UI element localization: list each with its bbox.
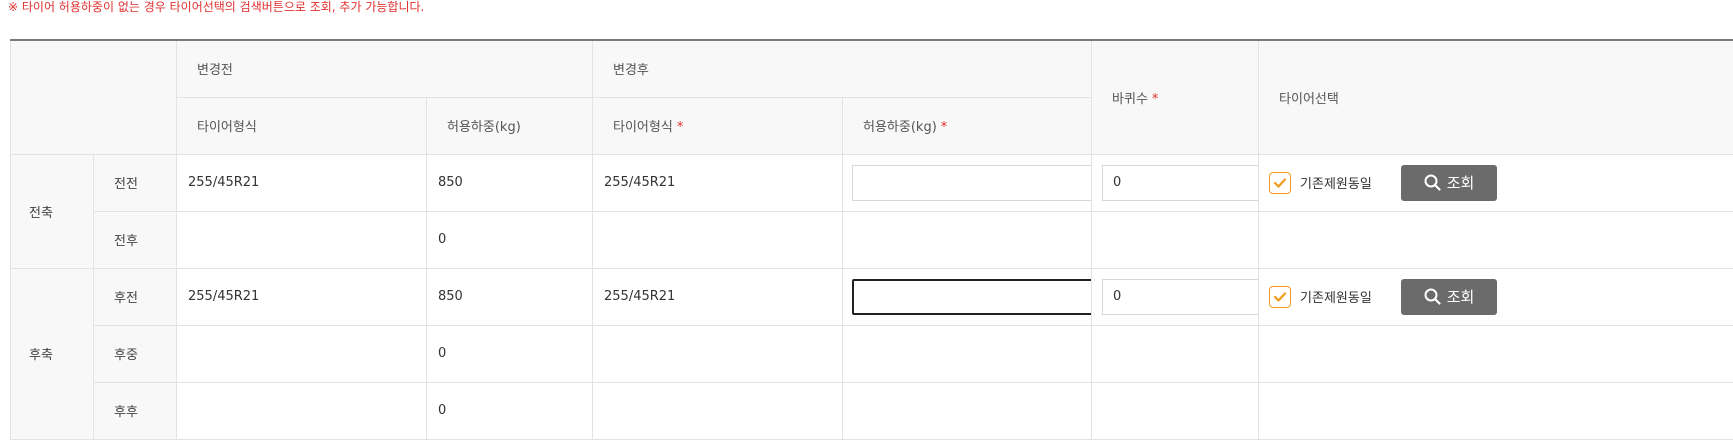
- table-row-rear-middle: 후중 0: [11, 324, 1733, 383]
- before-load: 850: [425, 267, 594, 326]
- tire-select-cell: 기존제원동일 조회: [1258, 153, 1733, 212]
- axle-front: 전축: [10, 153, 94, 269]
- required-mark: *: [676, 120, 684, 135]
- search-button[interactable]: 조회: [1401, 164, 1498, 201]
- wheel-count-cell: [1091, 153, 1260, 212]
- same-spec-label: 기존제원동일: [1300, 177, 1372, 192]
- wheel-count-input[interactable]: [1102, 164, 1258, 201]
- header-load-after-label: 허용하중(kg): [863, 120, 937, 135]
- after-load-cell: [842, 381, 1093, 440]
- check-icon: [1273, 177, 1287, 188]
- notice-text: ※ 타이어 허용하중이 없는 경우 타이어선택의 검색버튼으로 조회, 추가 가…: [8, 0, 425, 14]
- before-load: 0: [425, 324, 594, 383]
- tire-select-cell: [1258, 324, 1733, 383]
- before-tire-type: [176, 381, 427, 440]
- header-before: 변경전: [175, 39, 594, 98]
- after-tire-type: [592, 324, 844, 383]
- search-button-label: 조회: [1446, 288, 1475, 306]
- table-row-front-front: 전축 전전 255/45R21 850 255/45R21 기존제원동일: [10, 153, 1733, 269]
- search-icon: [1424, 288, 1441, 305]
- before-tire-type: [176, 210, 427, 269]
- tire-select-cell: [1258, 210, 1733, 269]
- header-tire-type-after: 타이어형식 *: [592, 96, 844, 155]
- position-label: 전후: [93, 210, 177, 269]
- after-load-input[interactable]: [852, 278, 1091, 315]
- header-wheel-count: 바퀴수 *: [1091, 39, 1260, 155]
- before-tire-type: 255/45R21: [176, 153, 427, 212]
- before-tire-type: [176, 324, 427, 383]
- position-label: 후중: [93, 324, 177, 383]
- after-load-cell: [842, 153, 1093, 212]
- after-tire-type: 255/45R21: [592, 153, 844, 212]
- before-tire-type: 255/45R21: [176, 267, 427, 326]
- header-tire-select: 타이어선택: [1258, 39, 1733, 155]
- same-spec-checkbox[interactable]: [1269, 285, 1292, 308]
- after-tire-type: [592, 210, 844, 269]
- before-load: 0: [425, 381, 594, 440]
- header-tire-type: 타이어형식: [176, 96, 427, 155]
- table-row-front-rear: 전후 0: [11, 210, 1733, 269]
- header-load-after: 허용하중(kg) *: [842, 96, 1093, 155]
- same-spec-checkbox[interactable]: [1269, 171, 1292, 194]
- search-button-label: 조회: [1446, 174, 1475, 192]
- search-icon: [1424, 174, 1441, 191]
- after-load-cell: [842, 267, 1093, 326]
- before-load: 850: [425, 153, 594, 212]
- wheel-count-cell: [1091, 381, 1260, 440]
- after-load-cell: [842, 210, 1093, 269]
- position-label: 전전: [93, 153, 177, 212]
- wheel-count-cell: [1091, 210, 1260, 269]
- position-label: 후후: [93, 381, 177, 440]
- wheel-count-cell: [1091, 324, 1260, 383]
- required-mark: *: [940, 120, 948, 135]
- before-load: 0: [425, 210, 594, 269]
- wheel-count-cell: [1091, 267, 1260, 326]
- header-load: 허용하중(kg): [425, 96, 594, 155]
- required-mark: *: [1151, 91, 1159, 107]
- table-row-rear-rear: 후후 0: [11, 381, 1733, 440]
- table-row-rear-front: 후축 후전 255/45R21 850 255/45R21 기존제원동일: [10, 267, 1733, 440]
- header-wheel-count-label: 바퀴수: [1112, 91, 1148, 107]
- header-blank: [10, 39, 177, 155]
- header-tire-type-after-label: 타이어형식: [613, 120, 673, 135]
- check-icon: [1273, 291, 1287, 302]
- wheel-count-input[interactable]: [1102, 278, 1258, 315]
- after-tire-type: [592, 381, 844, 440]
- after-load-cell: [842, 324, 1093, 383]
- tire-spec-table: 변경전 변경후 바퀴수 * 타이어선택 타이어형식 허용하중(kg) 타이어형식 *…: [10, 39, 1733, 440]
- after-tire-type: 255/45R21: [592, 267, 844, 326]
- tire-select-cell: 기존제원동일 조회: [1258, 267, 1733, 326]
- header-after: 변경후: [592, 39, 1093, 98]
- position-label: 후전: [93, 267, 177, 326]
- same-spec-label: 기존제원동일: [1300, 291, 1372, 306]
- tire-select-cell: [1258, 381, 1733, 440]
- after-load-input[interactable]: [852, 164, 1091, 201]
- axle-rear: 후축: [10, 267, 94, 440]
- search-button[interactable]: 조회: [1401, 278, 1498, 315]
